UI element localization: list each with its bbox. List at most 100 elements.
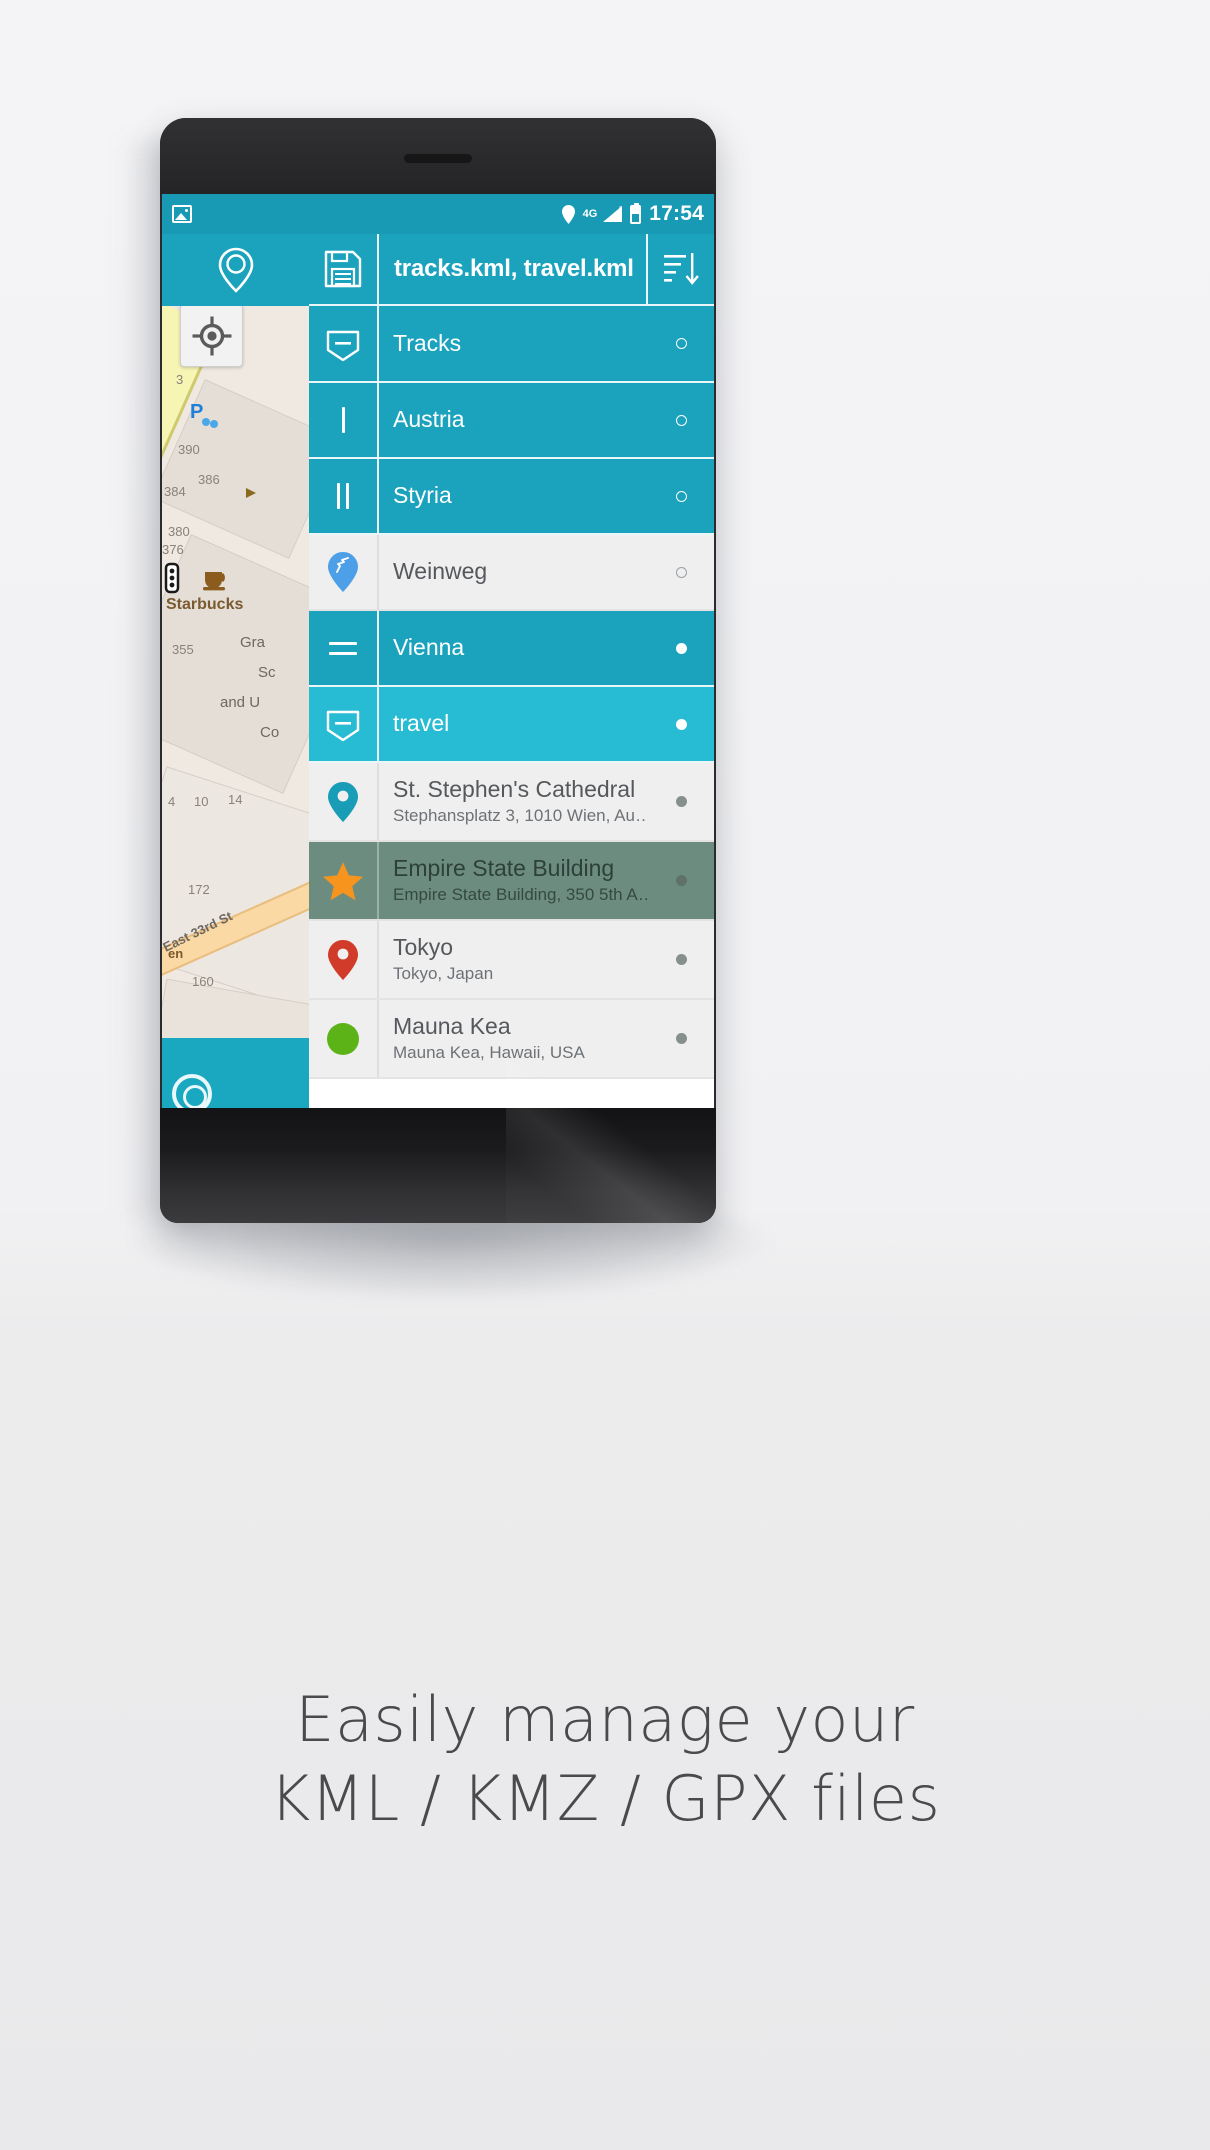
map-label: 376 [162,542,184,557]
row-icon[interactable] [309,611,379,685]
sort-button[interactable] [648,234,714,304]
row-visibility-toggle[interactable] [648,687,714,761]
row-visibility-toggle[interactable] [648,842,714,919]
row-visibility-toggle[interactable] [648,383,714,457]
list-item[interactable]: Empire State Building Empire State Build… [309,842,714,921]
map-label: 386 [198,472,220,487]
row-icon[interactable] [309,763,379,840]
map-pin-rail-button[interactable] [162,234,309,306]
row-text: Weinweg [379,535,648,609]
map-label: 380 [168,524,190,539]
map-label: Gra [240,634,266,651]
list-item[interactable]: Mauna Kea Mauna Kea, Hawaii, USA [309,1000,714,1079]
row-text: Empire State Building Empire State Build… [379,842,648,919]
list-item[interactable]: travel [309,687,714,763]
row-title: Austria [393,407,465,433]
list-item[interactable]: St. Stephen's Cathedral Stephansplatz 3,… [309,763,714,842]
status-right-icons: 4G 17:54 [561,202,704,226]
row-text: Mauna Kea Mauna Kea, Hawaii, USA [379,1000,648,1077]
row-visibility-toggle[interactable] [648,611,714,685]
row-visibility-toggle[interactable] [648,763,714,840]
map-label: 10 [194,794,209,809]
cafe-icon [203,572,225,591]
promo-caption: Easily manage your KML / KMZ / GPX files [0,1680,1210,1839]
image-icon [172,205,192,223]
gps-locate-button[interactable] [180,304,243,367]
row-text: St. Stephen's Cathedral Stephansplatz 3,… [379,763,648,840]
caption-line-1: Easily manage your [295,1683,915,1756]
traffic-light-icon [164,562,180,594]
floppy-disk-save-icon [324,250,362,288]
row-text: Styria [379,459,648,533]
network-type-label: 4G [582,208,598,220]
crosshair-locate-icon [192,316,231,355]
list-item[interactable]: Vienna [309,611,714,687]
row-title: Tracks [393,330,462,356]
row-visibility-toggle[interactable] [648,921,714,998]
row-visibility-toggle[interactable] [648,535,714,609]
map-pin-outline-icon [218,247,253,293]
row-icon[interactable] [309,842,379,919]
row-visibility-toggle[interactable] [648,459,714,533]
row-title: Weinweg [393,559,488,585]
list-item[interactable]: Tracks [309,306,714,383]
row-icon[interactable] [309,921,379,998]
list-item[interactable]: Styria [309,459,714,535]
parking-icon: P [190,401,218,428]
circle-green-icon [327,1022,359,1055]
map-label: 355 [172,642,194,657]
phone-mockup: 8 6 4 3 390 386 384 380 376 355 Gra Sc a… [160,118,716,1223]
row-text: Tokyo Tokyo, Japan [379,921,648,998]
row-visibility-toggle[interactable] [648,1000,714,1077]
save-button[interactable] [309,234,379,304]
row-icon[interactable] [309,306,379,381]
sort-descending-icon [664,253,699,285]
row-title: Styria [393,483,452,509]
android-status-bar: 4G 17:54 [162,194,714,234]
file-list-panel: tracks.kml, travel.kml Tracks Austria St… [309,234,714,1138]
visibility-dot-icon [675,414,687,426]
indent-bar-2-icon [337,483,349,509]
row-icon[interactable] [309,1000,379,1077]
phone-speaker [404,154,472,163]
phone-top-bezel [160,118,716,194]
row-title: travel [393,711,450,737]
row-title: Mauna Kea [393,1013,511,1039]
track-pin-icon [328,552,358,592]
indent-bar-1-icon [341,407,345,433]
caption-line-2: KML / KMZ / GPX files [269,1762,941,1836]
row-icon[interactable] [309,459,379,533]
visibility-dot-icon [675,490,687,502]
toolbar-title: tracks.kml, travel.kml [379,234,648,304]
row-subtitle: Stephansplatz 3, 1010 Wien, Au… [393,805,648,825]
row-icon[interactable] [309,535,379,609]
map-background[interactable]: 8 6 4 3 390 386 384 380 376 355 Gra Sc a… [162,234,309,1138]
row-title: Tokyo [393,934,454,960]
list-item[interactable]: Austria [309,383,714,459]
row-text: travel [379,687,648,761]
map-label: 390 [178,442,200,457]
visibility-dot-icon [675,338,687,349]
list-item[interactable]: Weinweg [309,535,714,611]
row-subtitle: Empire State Building, 350 5th A… [393,884,648,904]
status-clock: 17:54 [649,202,704,225]
row-text: Vienna [379,611,648,685]
row-visibility-toggle[interactable] [648,306,714,381]
row-text: Tracks [379,306,648,381]
row-icon[interactable] [309,687,379,761]
folder-collapse-icon [326,710,360,742]
visibility-dot-icon [675,875,687,886]
map-block [162,534,309,794]
map-label-starbucks: Starbucks [166,596,244,613]
map-label: Sc [258,664,276,681]
row-icon[interactable] [309,383,379,457]
map-label: en [168,946,184,961]
visibility-dot-icon [675,954,687,965]
visibility-dot-icon [675,1033,687,1044]
list-item[interactable]: Tokyo Tokyo, Japan [309,921,714,1000]
row-title: Vienna [393,635,465,661]
map-label: 160 [192,974,214,989]
row-subtitle: Tokyo, Japan [393,963,494,983]
map-label: 14 [228,792,243,807]
map-label: 384 [164,484,186,499]
